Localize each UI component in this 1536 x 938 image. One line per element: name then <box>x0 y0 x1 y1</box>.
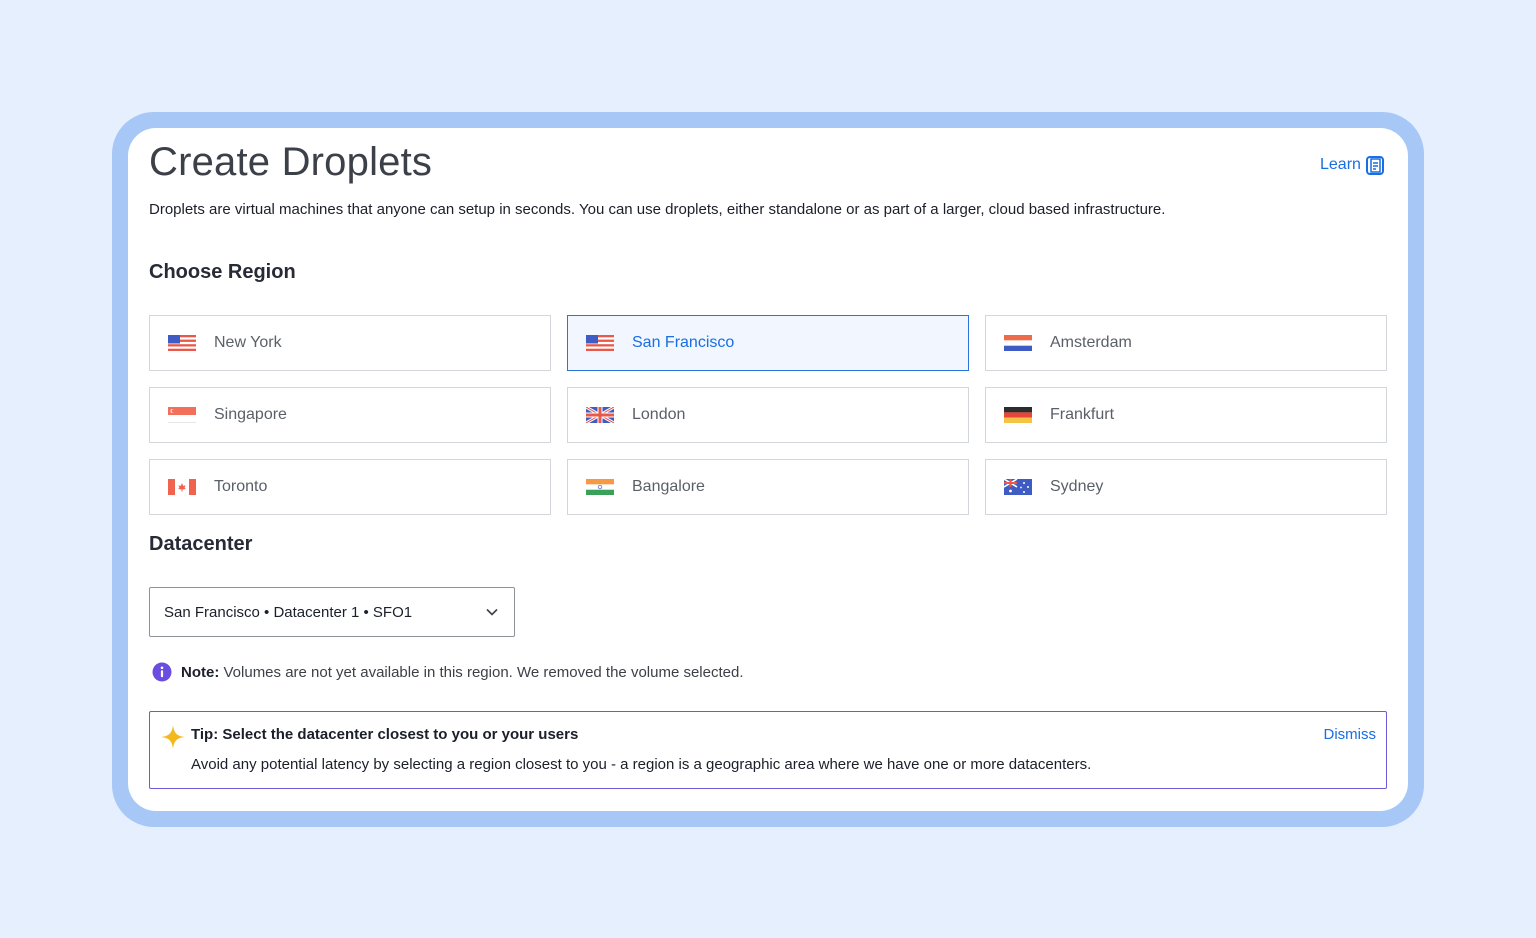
region-option-bangalore[interactable]: Bangalore <box>567 459 969 515</box>
uk-flag-icon <box>586 407 614 423</box>
info-icon <box>152 662 172 682</box>
note-body: Volumes are not yet available in this re… <box>219 663 744 681</box>
region-label: London <box>632 406 686 423</box>
sparkle-icon <box>161 725 185 749</box>
germany-flag-icon <box>1004 407 1032 423</box>
tip-body: Avoid any potential latency by selecting… <box>191 756 1092 773</box>
book-icon <box>1365 156 1384 175</box>
region-option-san-francisco[interactable]: San Francisco <box>567 315 969 371</box>
page-description: Droplets are virtual machines that anyon… <box>149 201 1166 218</box>
region-label: Bangalore <box>632 478 705 495</box>
note-text: Note: Volumes are not yet available in t… <box>181 664 744 681</box>
region-label: Frankfurt <box>1050 406 1115 423</box>
region-label: San Francisco <box>632 334 735 351</box>
learn-link[interactable]: Learn <box>1320 155 1385 175</box>
datacenter-select-value: San Francisco • Datacenter 1 • SFO1 <box>164 603 413 621</box>
region-option-amsterdam[interactable]: Amsterdam <box>985 315 1387 371</box>
page-title: Create Droplets <box>149 140 433 184</box>
singapore-flag-icon <box>168 407 196 423</box>
us-flag-icon <box>586 335 614 351</box>
region-label: Singapore <box>214 406 287 423</box>
region-label: New York <box>214 334 282 351</box>
chevron-down-icon <box>486 608 498 616</box>
dismiss-button[interactable]: Dismiss <box>1324 726 1377 743</box>
region-option-london[interactable]: London <box>567 387 969 443</box>
datacenter-select[interactable]: San Francisco • Datacenter 1 • SFO1 <box>149 587 515 637</box>
region-option-singapore[interactable]: Singapore <box>149 387 551 443</box>
us-flag-icon <box>168 335 196 351</box>
region-option-new-york[interactable]: New York <box>149 315 551 371</box>
australia-flag-icon <box>1004 479 1032 495</box>
region-label: Sydney <box>1050 478 1104 495</box>
canada-flag-icon <box>168 479 196 495</box>
note-label: Note: <box>181 663 220 681</box>
india-flag-icon <box>586 479 614 495</box>
region-option-toronto[interactable]: Toronto <box>149 459 551 515</box>
region-label: Amsterdam <box>1050 334 1132 351</box>
netherlands-flag-icon <box>1004 335 1032 351</box>
choose-region-heading: Choose Region <box>149 261 296 283</box>
tip-banner: Tip: Select the datacenter closest to yo… <box>149 711 1387 789</box>
region-label: Toronto <box>214 478 268 495</box>
tip-title: Tip: Select the datacenter closest to yo… <box>191 726 579 743</box>
datacenter-heading: Datacenter <box>149 533 253 555</box>
volume-note: Note: Volumes are not yet available in t… <box>152 662 744 682</box>
region-option-sydney[interactable]: Sydney <box>985 459 1387 515</box>
learn-label: Learn <box>1320 156 1361 173</box>
region-grid: New York San Francisco Amsterdam Singapo… <box>149 315 1387 515</box>
region-option-frankfurt[interactable]: Frankfurt <box>985 387 1387 443</box>
